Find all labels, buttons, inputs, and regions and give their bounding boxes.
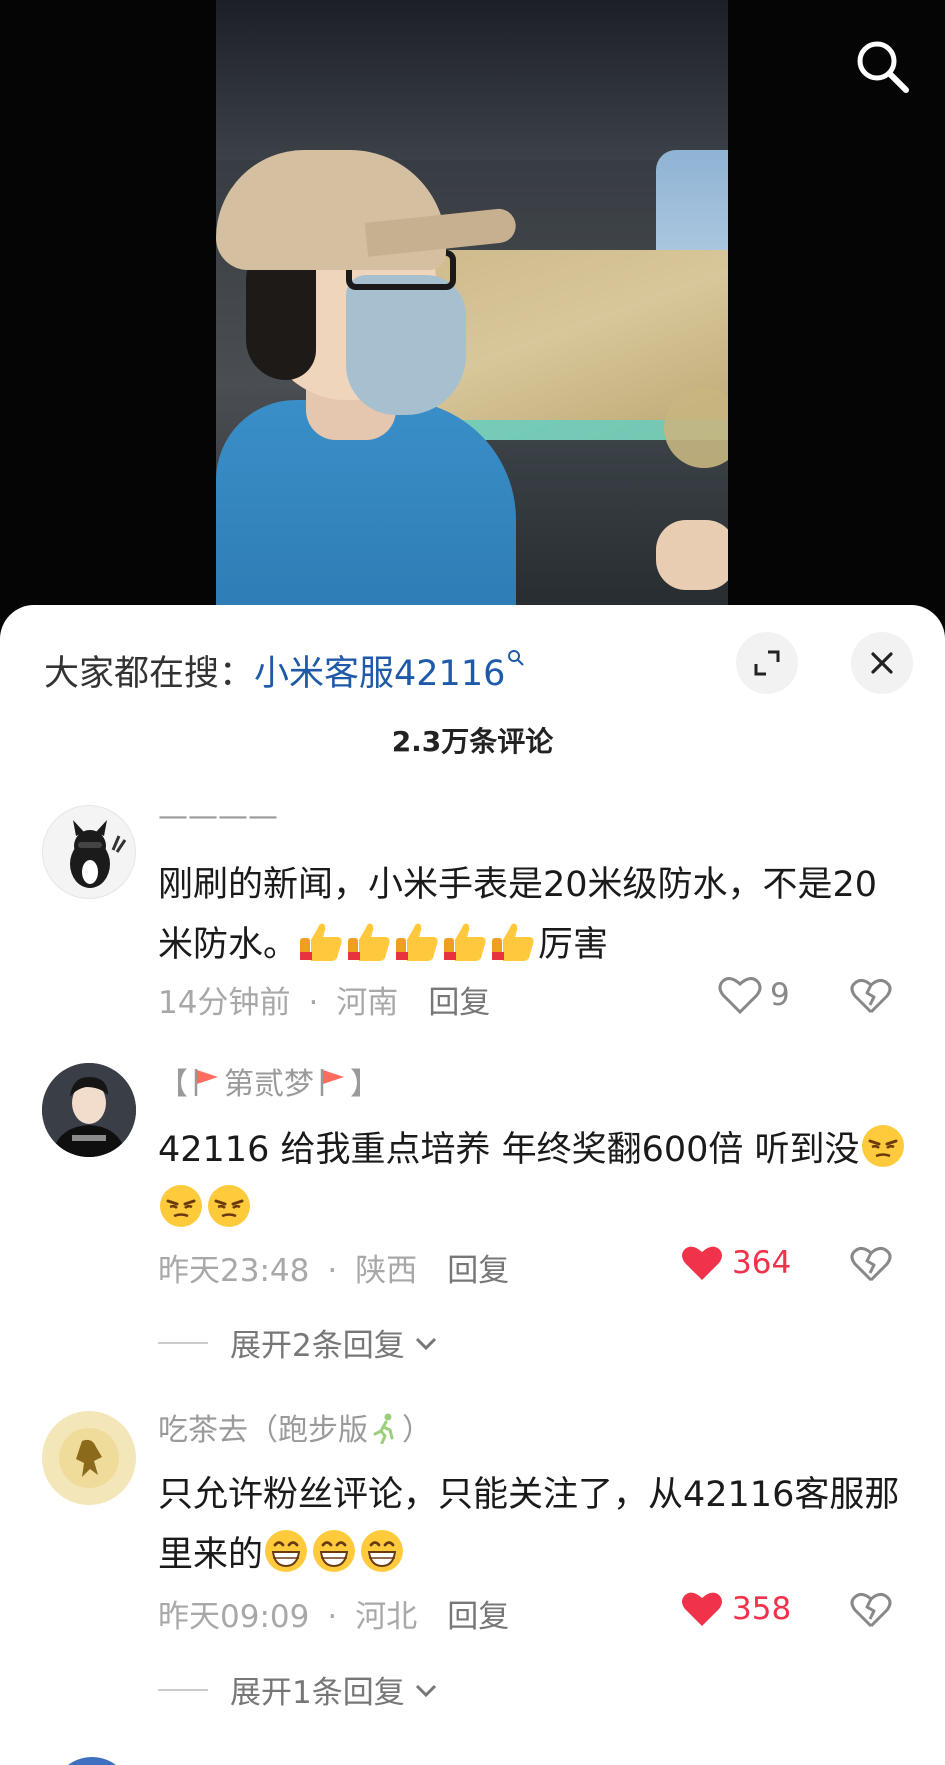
expand-icon (754, 650, 780, 676)
thumbs-up-icon (298, 923, 538, 965)
like-count: 364 (732, 1245, 792, 1281)
avatar[interactable] (42, 805, 136, 899)
chevron-down-icon (415, 1337, 436, 1350)
red-flag-icon (320, 1069, 344, 1096)
heart-filled-icon (682, 1592, 722, 1626)
avatar[interactable] (42, 1411, 136, 1505)
comment-sheet: 大家都在搜：小米客服42116 2.3万条评论 ———— 刚刷的新闻，小米手表是… (0, 605, 945, 1765)
comment-text: 只允许粉丝评论，只能关注了，从42116客服那里来的 (158, 1465, 908, 1585)
like-button[interactable]: 9 (718, 975, 790, 1015)
comment-text-tail: 厉害 (538, 925, 609, 965)
heart-filled-icon (682, 1246, 722, 1280)
hot-search-label: 大家都在搜： (44, 654, 255, 694)
avatar[interactable] (42, 1063, 136, 1157)
comment-text: 刚刷的新闻，小米手表是20米级防水，不是20米防水。 厉害 (158, 855, 908, 975)
broken-heart-icon (850, 1592, 892, 1628)
chevron-down-icon (415, 1684, 436, 1697)
expand-sheet-button[interactable] (736, 632, 798, 694)
comment-text-body: 42116 给我重点培养 年终奖翻600倍 听到没 (158, 1130, 860, 1170)
broken-heart-icon (850, 1246, 892, 1282)
dislike-button[interactable] (850, 1245, 892, 1287)
comment-location: 河北 (355, 1599, 418, 1635)
expand-replies-button[interactable]: 展开1条回复 (158, 1667, 439, 1712)
close-button[interactable] (851, 632, 913, 694)
comment-location: 河南 (336, 985, 399, 1021)
comment-time: 昨天09:09 (158, 1599, 310, 1635)
like-count: 358 (732, 1591, 792, 1627)
search-button[interactable] (850, 34, 914, 98)
comment-location: 陕西 (355, 1253, 418, 1289)
video-player[interactable] (0, 0, 945, 640)
reply-button[interactable]: 回复 (428, 985, 490, 1021)
hot-search-bar[interactable]: 大家都在搜：小米客服42116 (44, 645, 525, 696)
runner-icon (373, 1413, 394, 1444)
comment-meta: 14分钟前 · 河南 回复 (158, 985, 491, 1021)
comment-username[interactable]: 【第贰梦】 (158, 1059, 380, 1103)
video-frame (216, 0, 728, 640)
close-icon (871, 652, 893, 674)
expand-replies-button[interactable]: 展开2条回复 (158, 1320, 439, 1365)
like-button[interactable]: 358 (680, 1589, 791, 1629)
like-button[interactable]: 364 (680, 1243, 791, 1283)
heart-outline-icon (718, 977, 762, 1015)
comment-username[interactable]: 吃茶去（跑步版） (158, 1405, 432, 1449)
comment-text: 42116 给我重点培养 年终奖翻600倍 听到没 (158, 1120, 908, 1240)
dislike-button[interactable] (850, 977, 892, 1019)
reply-button[interactable]: 回复 (447, 1253, 509, 1289)
broken-heart-icon (850, 978, 892, 1014)
reply-button[interactable]: 回复 (447, 1599, 509, 1635)
red-flag-icon (194, 1069, 218, 1096)
dislike-button[interactable] (850, 1591, 892, 1633)
comment-time: 昨天23:48 (158, 1253, 310, 1289)
comment-username[interactable]: ———— (158, 799, 278, 834)
grin-face-icon (263, 1530, 407, 1575)
avatar[interactable] (52, 1757, 132, 1765)
hot-search-link[interactable]: 小米客服42116 (254, 654, 505, 694)
small-search-icon (508, 650, 525, 666)
comment-count: 2.3万条评论 (391, 725, 554, 758)
comment-meta: 昨天23:48 · 陕西 回复 (158, 1253, 510, 1289)
like-count: 9 (770, 977, 790, 1013)
comment-meta: 昨天09:09 · 河北 回复 (158, 1599, 510, 1635)
search-icon (857, 41, 909, 93)
comment-time: 14分钟前 (158, 985, 291, 1021)
